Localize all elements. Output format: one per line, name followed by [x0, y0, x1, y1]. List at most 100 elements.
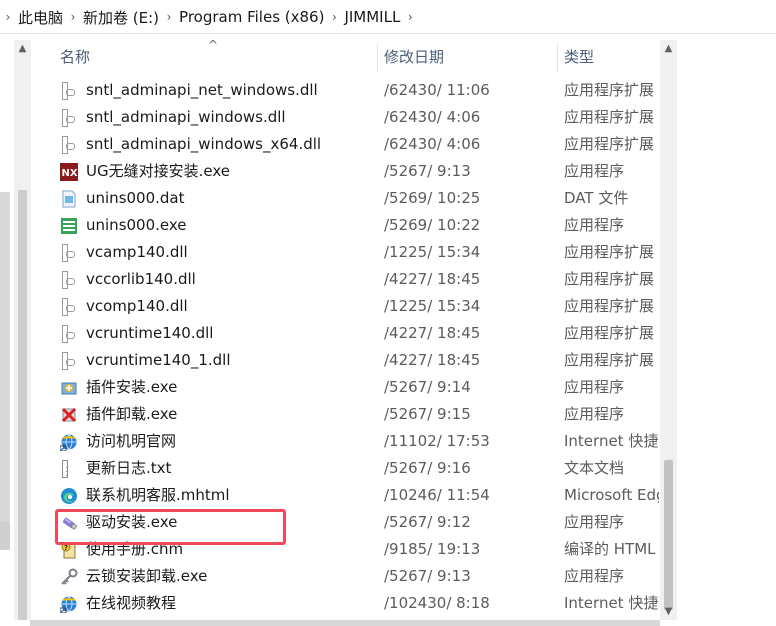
dll-file-icon — [60, 243, 78, 262]
file-name: sntl_adminapi_windows_x64.dll — [86, 135, 322, 153]
file-type: 文本文档 — [564, 459, 625, 477]
breadcrumb-item[interactable]: Program Files (x86) — [177, 8, 326, 26]
file-name-cell[interactable]: 在线视频教程 — [60, 590, 176, 617]
file-row[interactable]: sntl_adminapi_net_windows.dll/62430/ 11:… — [38, 77, 658, 104]
column-header-date[interactable]: 修改日期 — [362, 40, 444, 74]
file-type: 应用程序 — [564, 567, 625, 585]
highlight-box — [55, 509, 286, 545]
file-name-cell[interactable]: 插件卸载.exe — [60, 401, 177, 428]
file-name-cell[interactable]: vcomp140.dll — [60, 293, 188, 320]
file-name-cell[interactable]: sntl_adminapi_net_windows.dll — [60, 77, 318, 104]
file-name: unins000.dat — [86, 189, 185, 207]
file-name-cell[interactable]: 访问机明官网 — [60, 428, 176, 455]
internet-shortcut-icon — [60, 433, 78, 451]
uninstaller-icon — [60, 217, 78, 235]
dll-file-icon — [60, 351, 78, 370]
file-modified-date: /5267/ 9:16 — [384, 459, 471, 477]
file-list-scrollbar[interactable]: ▲ ▼ — [660, 40, 677, 620]
chevron-right-icon[interactable]: › — [65, 10, 81, 24]
file-name: vcamp140.dll — [86, 243, 188, 261]
file-type: 应用程序扩展 — [564, 270, 655, 288]
dll-file-icon — [60, 135, 78, 154]
dll-file-icon — [60, 108, 78, 127]
file-name-cell[interactable]: NX UG无缝对接安装.exe — [60, 158, 230, 185]
scroll-up-icon[interactable]: ▲ — [660, 40, 677, 57]
file-row[interactable]: unins000.exe/5269/ 10:22 应用程序 — [38, 212, 658, 239]
file-modified-date: /4227/ 18:45 — [384, 324, 481, 342]
file-modified-date: /5267/ 9:14 — [384, 378, 471, 396]
file-row[interactable]: vcamp140.dll/1225/ 15:34 应用程序扩展 — [38, 239, 658, 266]
file-row[interactable]: unins000.dat/5269/ 10:25 DAT 文件 — [38, 185, 658, 212]
file-type: 应用程序扩展 — [564, 351, 655, 369]
file-row[interactable]: 联系机明客服.mhtml/10246/ 11:54 Microsoft Edge — [38, 482, 659, 509]
file-row[interactable]: 在线视频教程/102430/ 8:18 Internet 快捷方式 — [38, 590, 659, 617]
file-name-cell[interactable]: vcruntime140.dll — [60, 320, 213, 347]
file-name-cell[interactable]: sntl_adminapi_windows_x64.dll — [60, 131, 321, 158]
file-row[interactable]: vcruntime140.dll/4227/ 18:45 应用程序扩展 — [38, 320, 658, 347]
file-type: 应用程序 — [564, 162, 625, 180]
file-modified-date: /4227/ 18:45 — [384, 270, 481, 288]
file-name-cell[interactable]: 联系机明客服.mhtml — [60, 482, 230, 509]
file-name-cell[interactable]: vccorlib140.dll — [60, 266, 196, 293]
dll-file-icon — [60, 324, 78, 343]
file-type: DAT 文件 — [564, 189, 629, 207]
file-name-cell[interactable]: unins000.dat — [60, 185, 185, 212]
file-name-cell[interactable]: vcamp140.dll — [60, 239, 188, 266]
file-row[interactable]: vcomp140.dll/1225/ 15:34 应用程序扩展 — [38, 293, 658, 320]
column-header-type[interactable]: 类型 — [542, 40, 594, 74]
file-row[interactable]: sntl_adminapi_windows_x64.dll/62430/ 4:0… — [38, 131, 658, 158]
breadcrumb-item[interactable]: JIMMILL — [342, 8, 402, 26]
scroll-up-icon[interactable]: ▲ — [14, 40, 31, 57]
file-modified-date: /10246/ 11:54 — [384, 486, 490, 504]
file-row[interactable]: 云锁安装卸载.exe/5267/ 9:13 应用程序 — [38, 563, 658, 590]
file-name-cell[interactable]: 云锁安装卸载.exe — [60, 563, 207, 590]
scroll-down-icon[interactable]: ▼ — [660, 603, 677, 620]
file-name: 插件卸载.exe — [86, 405, 178, 423]
file-row[interactable]: 更新日志.txt/5267/ 9:16 文本文档 — [38, 455, 658, 482]
file-name-cell[interactable]: 更新日志.txt — [60, 455, 171, 482]
file-type: 应用程序 — [564, 378, 625, 396]
chevron-right-icon[interactable]: › — [326, 10, 342, 24]
address-bar[interactable]: › 此电脑 › 新加卷 (E:) › Program Files (x86) ›… — [0, 0, 776, 34]
file-row[interactable]: sntl_adminapi_windows.dll/62430/ 4:06 应用程… — [38, 104, 658, 131]
file-name: 在线视频教程 — [86, 594, 177, 612]
breadcrumb-item[interactable]: 新加卷 (E:) — [81, 7, 161, 28]
file-modified-date: /1225/ 15:34 — [384, 297, 481, 315]
file-modified-date: /5267/ 9:13 — [384, 162, 471, 180]
dat-file-icon — [60, 190, 78, 208]
plugin-uninstall-icon — [60, 406, 78, 424]
file-type: 应用程序扩展 — [564, 135, 655, 153]
horizontal-scrollbar[interactable] — [30, 620, 660, 626]
navigation-pane-edge — [0, 522, 10, 550]
file-row[interactable]: 插件卸载.exe/5267/ 9:15 应用程序 — [38, 401, 658, 428]
file-row[interactable]: 访问机明官网/11102/ 17:53 Internet 快捷方式 — [38, 428, 659, 455]
file-name-cell[interactable]: unins000.exe — [60, 212, 187, 239]
scroll-thumb[interactable] — [18, 190, 27, 620]
file-row[interactable]: NX UG无缝对接安装.exe/5267/ 9:13 应用程序 — [38, 158, 658, 185]
scroll-thumb[interactable] — [664, 460, 673, 610]
file-name: 访问机明官网 — [86, 432, 177, 450]
chevron-right-icon[interactable]: › — [402, 10, 418, 24]
file-name: vccorlib140.dll — [86, 270, 196, 288]
file-modified-date: /4227/ 18:45 — [384, 351, 481, 369]
file-row[interactable]: 插件安装.exe/5267/ 9:14 应用程序 — [38, 374, 658, 401]
file-type: Microsoft Edge — [564, 486, 659, 504]
file-type: 应用程序 — [564, 513, 625, 531]
column-header-name[interactable]: 名称 — [38, 40, 90, 74]
chevron-right-icon[interactable]: › — [161, 10, 177, 24]
file-name-cell[interactable]: sntl_adminapi_windows.dll — [60, 104, 286, 131]
chevron-right-icon[interactable]: › — [0, 10, 16, 24]
file-type: Internet 快捷方式 — [564, 594, 659, 612]
file-name-cell[interactable]: 插件安装.exe — [60, 374, 177, 401]
breadcrumb-item[interactable]: 此电脑 — [16, 7, 65, 28]
file-modified-date: /9185/ 19:13 — [384, 540, 481, 558]
file-type: 应用程序扩展 — [564, 324, 655, 342]
nav-scrollbar[interactable]: ▲ — [14, 40, 31, 620]
file-modified-date: /11102/ 17:53 — [384, 432, 490, 450]
file-row[interactable]: vcruntime140_1.dll/4227/ 18:45 应用程序扩展 — [38, 347, 658, 374]
file-name: vcomp140.dll — [86, 297, 188, 315]
file-row[interactable]: vccorlib140.dll/4227/ 18:45 应用程序扩展 — [38, 266, 658, 293]
file-name-cell[interactable]: vcruntime140_1.dll — [60, 347, 231, 374]
file-type: 应用程序扩展 — [564, 108, 655, 126]
sort-ascending-icon: ^ — [208, 38, 219, 52]
